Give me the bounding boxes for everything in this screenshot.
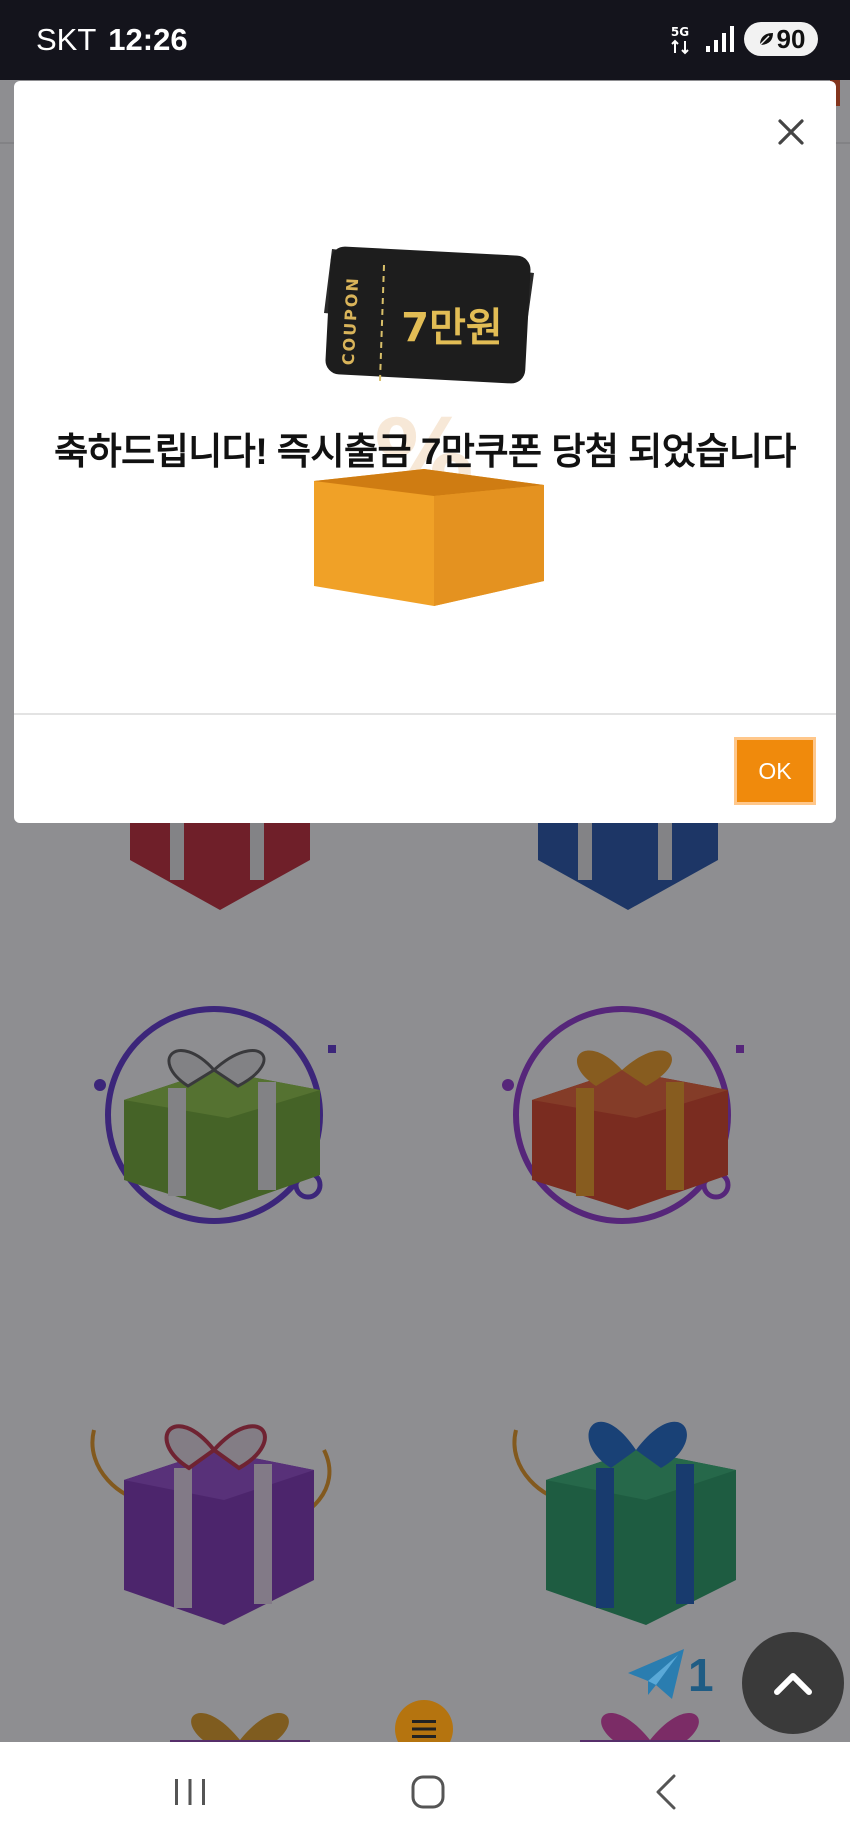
- scroll-top-button[interactable]: [742, 1632, 844, 1734]
- battery-level: 90: [776, 23, 806, 54]
- telegram-icon: [628, 1649, 684, 1699]
- ok-button[interactable]: OK: [734, 737, 816, 805]
- clock: 12:26: [108, 22, 188, 57]
- signal-icon: [706, 26, 734, 52]
- prize-message: 축하드립니다! 즉시출금 7만쿠폰 당첨 되었습니다: [54, 431, 796, 472]
- modal-divider: [14, 713, 836, 715]
- home-button[interactable]: [398, 1764, 458, 1820]
- system-nav-bar: [0, 1742, 850, 1842]
- svg-text:7만원: 7만원: [401, 305, 502, 351]
- prize-modal: COUPON 7만원 % 축하드립니다! 즉시출금 7만쿠폰 당첨 되었습니다 …: [14, 81, 836, 823]
- modal-body: COUPON 7만원 % 축하드립니다! 즉시출금 7만쿠폰 당첨 되었습니다: [14, 81, 836, 713]
- carrier-label: SKT: [36, 22, 97, 57]
- telegram-link[interactable]: 1: [628, 1648, 714, 1702]
- battery-indicator: 90: [744, 22, 818, 56]
- home-icon: [411, 1775, 445, 1809]
- menu-icon: [412, 1720, 436, 1738]
- network-icon: 5G: [666, 22, 694, 56]
- svg-text:5G: 5G: [671, 25, 689, 39]
- leaf-icon: [759, 33, 773, 46]
- telegram-count: 1: [688, 1649, 714, 1701]
- recent-apps-button[interactable]: [160, 1764, 220, 1820]
- chevron-up-icon: [774, 1673, 812, 1695]
- status-left: SKT 12:26: [36, 22, 188, 58]
- status-bar: SKT 12:26 5G 90: [0, 0, 850, 80]
- back-icon: [656, 1774, 676, 1810]
- status-right: 5G 90: [666, 22, 818, 56]
- back-button[interactable]: [636, 1764, 696, 1820]
- recent-apps-icon: [175, 1779, 205, 1805]
